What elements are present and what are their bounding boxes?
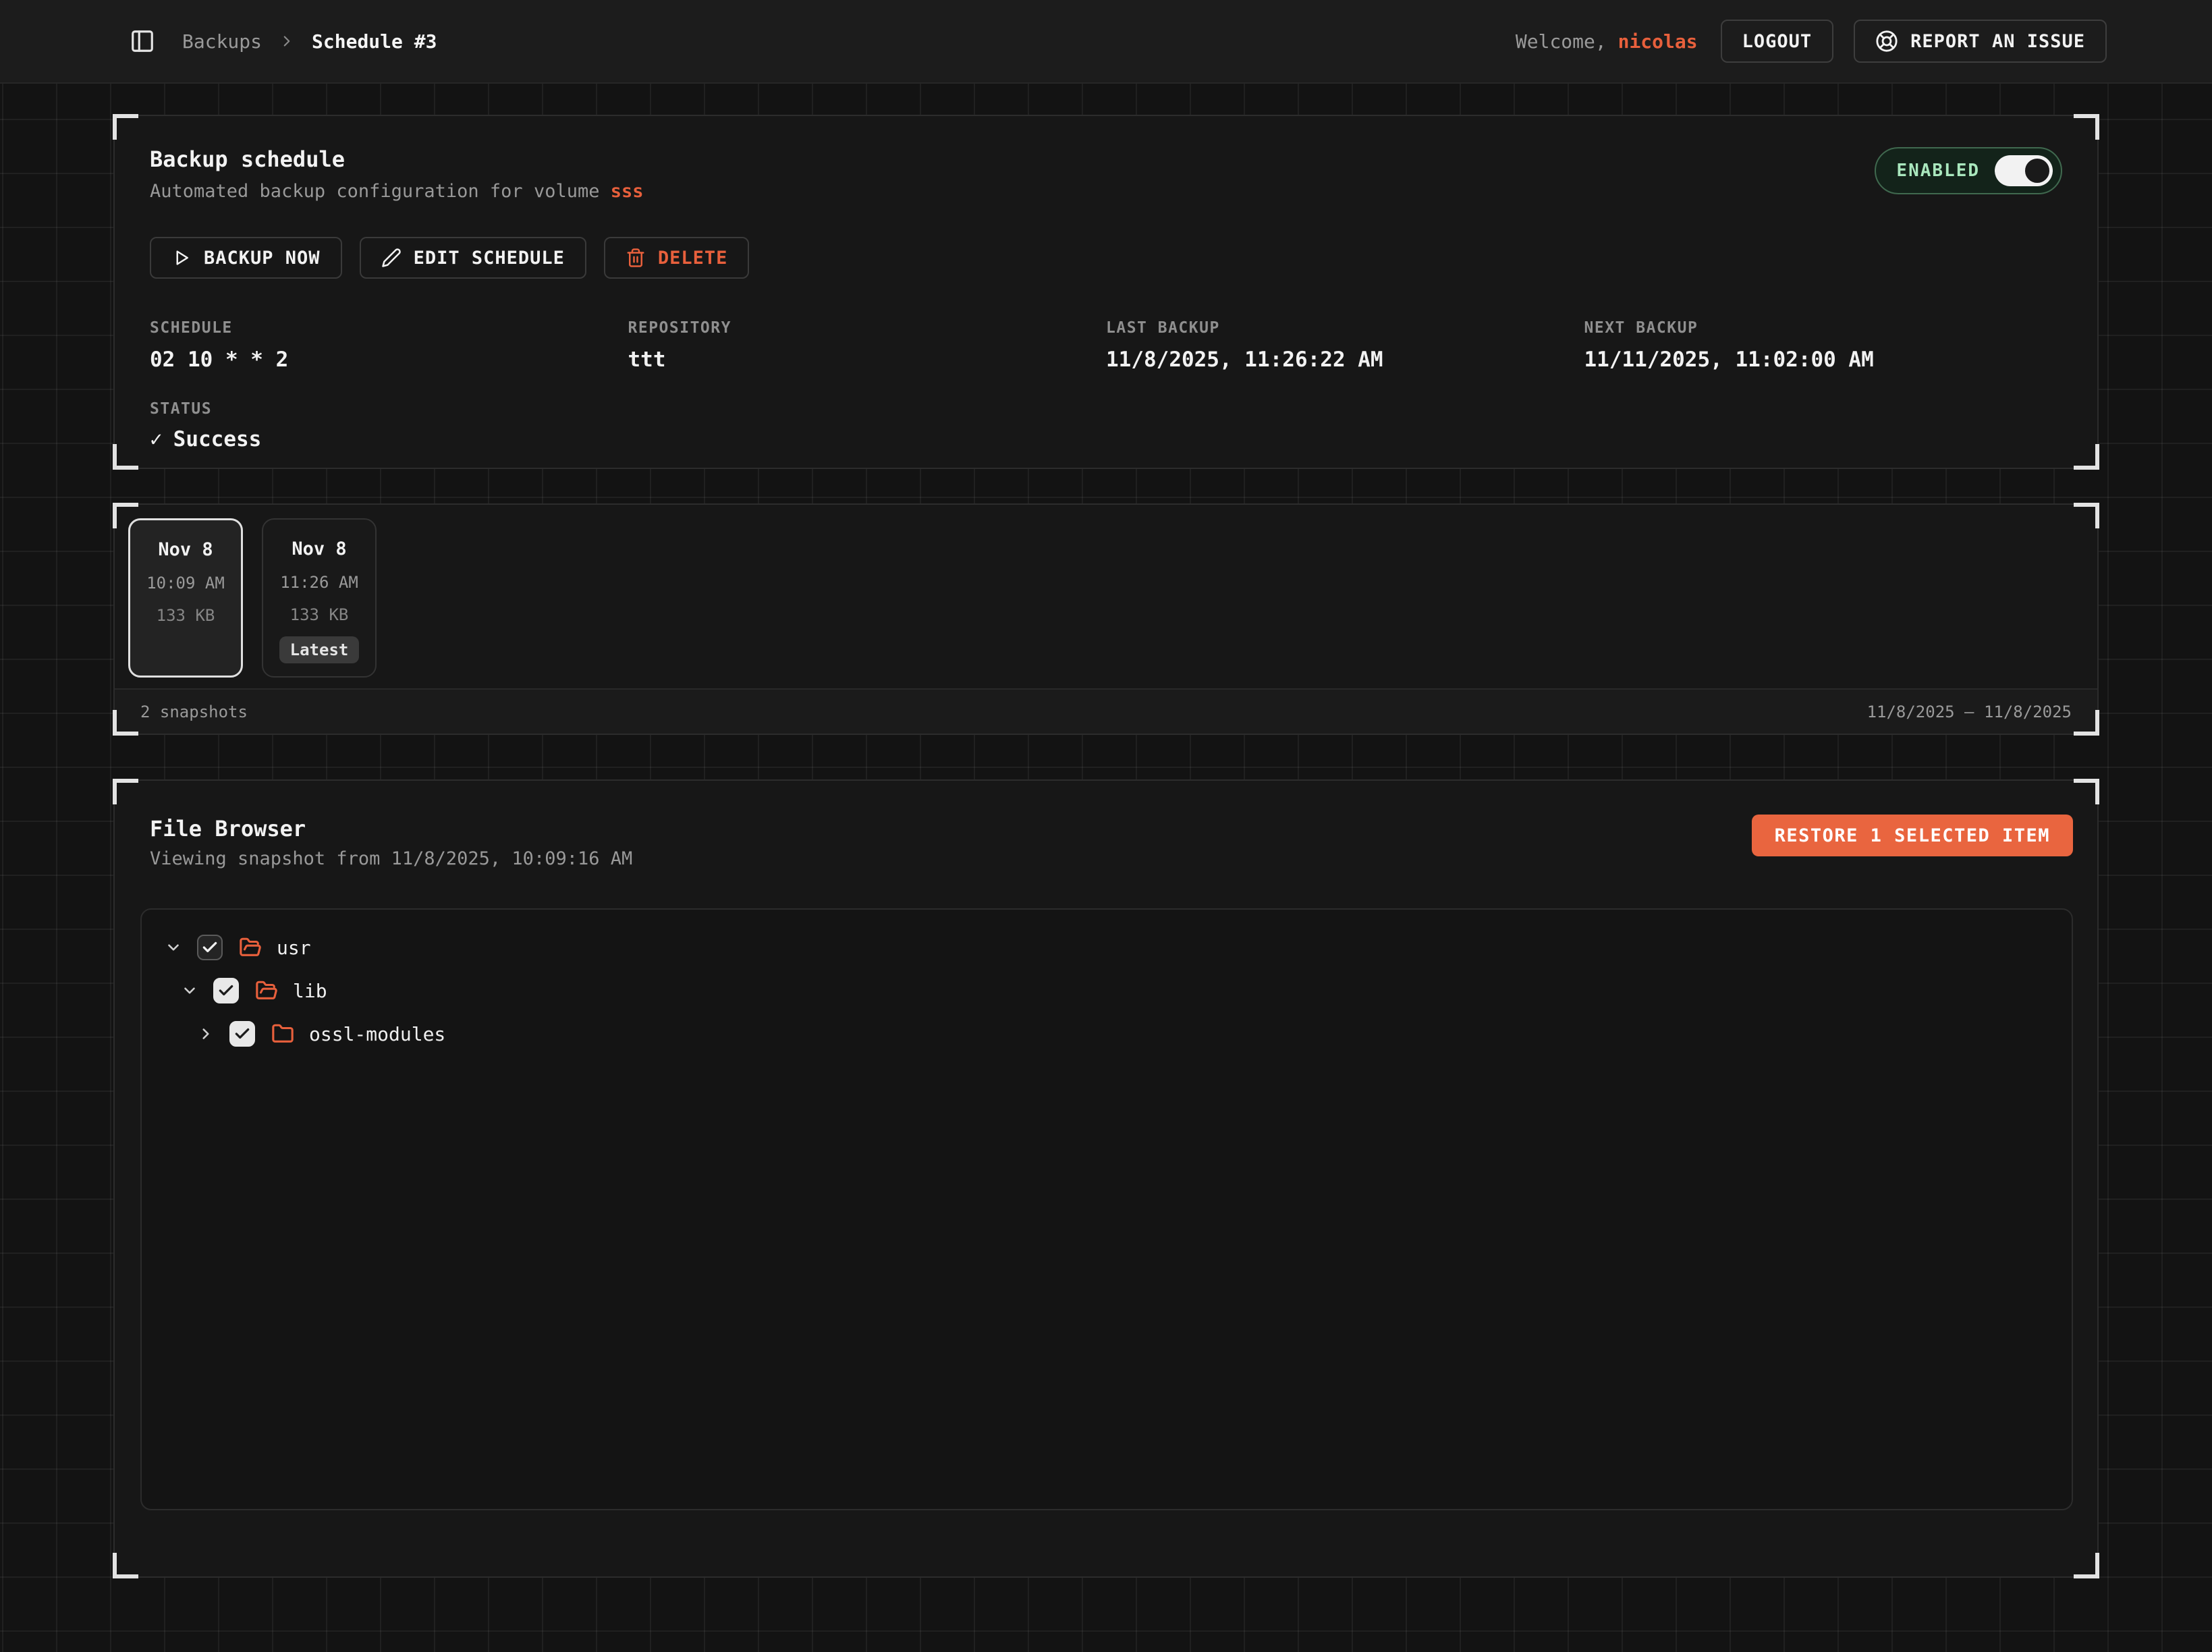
field-label: SCHEDULE	[150, 319, 628, 337]
tree-label: usr	[277, 937, 311, 959]
welcome-text: Welcome, nicolas	[1516, 30, 1698, 53]
backup-now-label: BACKUP NOW	[204, 248, 321, 269]
edit-schedule-label: EDIT SCHEDULE	[414, 248, 565, 269]
logout-label: LOGOUT	[1742, 31, 1813, 52]
card-subtitle: Automated backup configuration for volum…	[150, 181, 644, 202]
corner-bracket	[2074, 114, 2099, 140]
card-title: Backup schedule	[150, 144, 644, 174]
corner-bracket	[113, 1553, 138, 1578]
tree-row-ossl-modules[interactable]: ossl-modules	[142, 1012, 2072, 1055]
folder-open-icon	[239, 936, 262, 959]
snapshot-time: 10:09 AM	[146, 574, 225, 593]
folder-icon	[271, 1022, 294, 1045]
field-value: ttt	[628, 348, 1107, 372]
snapshot-date-range: 11/8/2025 – 11/8/2025	[1867, 703, 2072, 721]
snapshot-size: 133 KB	[157, 606, 215, 625]
toggle-knob	[2023, 157, 2051, 185]
backup-schedule-card: Backup schedule Automated backup configu…	[113, 115, 2099, 469]
tree-row-usr[interactable]: usr	[142, 926, 2072, 969]
corner-bracket	[113, 710, 138, 736]
check-icon: ✓	[150, 427, 163, 451]
trash-icon	[626, 248, 646, 268]
latest-badge: Latest	[279, 636, 360, 663]
field-value: 11/8/2025, 11:26:22 AM	[1106, 348, 1584, 372]
tree-row-lib[interactable]: lib	[142, 969, 2072, 1012]
chevron-right-icon[interactable]	[197, 1025, 215, 1043]
enabled-toggle[interactable]	[1995, 155, 2053, 186]
breadcrumb-backups[interactable]: Backups	[182, 30, 262, 53]
breadcrumb-current: Schedule #3	[312, 30, 437, 53]
corner-bracket	[2074, 779, 2099, 804]
snapshot-date: Nov 8	[158, 539, 213, 560]
corner-bracket	[113, 114, 138, 140]
corner-bracket	[2074, 710, 2099, 736]
chevron-down-icon[interactable]	[165, 939, 182, 956]
corner-bracket	[113, 503, 138, 528]
lifebuoy-icon	[1875, 30, 1898, 53]
field-value: 11/11/2025, 11:02:00 AM	[1584, 348, 2063, 372]
snapshot-size: 133 KB	[290, 605, 349, 624]
checkbox-ossl-modules[interactable]	[229, 1021, 255, 1047]
schedule-fields: SCHEDULE 02 10 * * 2 REPOSITORY ttt LAST…	[150, 319, 2062, 372]
delete-label: DELETE	[658, 248, 728, 269]
file-browser-card: File Browser Viewing snapshot from 11/8/…	[113, 779, 2099, 1578]
enabled-label: ENABLED	[1896, 161, 1980, 181]
field-last-backup: LAST BACKUP 11/8/2025, 11:26:22 AM	[1106, 319, 1584, 372]
report-issue-label: REPORT AN ISSUE	[1910, 31, 2085, 52]
corner-bracket	[2074, 444, 2099, 470]
corner-bracket	[2074, 503, 2099, 528]
field-repository: REPOSITORY ttt	[628, 319, 1107, 372]
username: nicolas	[1618, 30, 1698, 53]
field-label: REPOSITORY	[628, 319, 1107, 337]
tree-label: lib	[293, 980, 327, 1002]
snapshot-time: 11:26 AM	[280, 573, 358, 592]
field-label: NEXT BACKUP	[1584, 319, 2063, 337]
field-next-backup: NEXT BACKUP 11/11/2025, 11:02:00 AM	[1584, 319, 2063, 372]
snapshot-card-latest[interactable]: Nov 8 11:26 AM 133 KB Latest	[262, 518, 377, 678]
status-label: STATUS	[150, 400, 2062, 418]
file-browser-subtitle: Viewing snapshot from 11/8/2025, 10:09:1…	[150, 848, 632, 869]
folder-open-icon	[255, 979, 278, 1002]
enabled-toggle-pill: ENABLED	[1875, 147, 2062, 194]
chevron-down-icon[interactable]	[181, 982, 198, 999]
snapshots-footer: 2 snapshots 11/8/2025 – 11/8/2025	[115, 688, 2097, 734]
sidebar-toggle-icon[interactable]	[130, 28, 155, 54]
checkbox-lib[interactable]	[213, 978, 239, 1003]
checkbox-usr[interactable]	[197, 935, 223, 960]
snapshots-card: Nov 8 10:09 AM 133 KB Nov 8 11:26 AM 133…	[113, 503, 2099, 735]
volume-name: sss	[611, 181, 644, 202]
field-label: LAST BACKUP	[1106, 319, 1584, 337]
file-browser-title: File Browser	[150, 815, 632, 843]
logout-button[interactable]: LOGOUT	[1721, 20, 1834, 63]
corner-bracket	[2074, 1553, 2099, 1578]
snapshot-count: 2 snapshots	[140, 703, 248, 721]
snapshot-card-selected[interactable]: Nov 8 10:09 AM 133 KB	[128, 518, 243, 678]
file-tree-panel: usr lib ossl-modules	[140, 908, 2073, 1510]
breadcrumb: Backups Schedule #3	[182, 30, 437, 53]
field-schedule: SCHEDULE 02 10 * * 2	[150, 319, 628, 372]
edit-schedule-button[interactable]: EDIT SCHEDULE	[360, 237, 586, 279]
snapshot-date: Nov 8	[292, 539, 346, 559]
status-value: Success	[173, 427, 262, 451]
backup-now-button[interactable]: BACKUP NOW	[150, 237, 342, 279]
chevron-right-icon	[278, 32, 296, 50]
play-icon	[171, 248, 192, 268]
corner-bracket	[113, 444, 138, 470]
top-bar: Backups Schedule #3 Welcome, nicolas LOG…	[0, 0, 2212, 84]
restore-selected-button[interactable]: RESTORE 1 SELECTED ITEM	[1752, 815, 2073, 856]
field-value: 02 10 * * 2	[150, 348, 628, 372]
tree-label: ossl-modules	[309, 1023, 445, 1045]
status-block: STATUS ✓ Success	[150, 400, 2062, 451]
delete-button[interactable]: DELETE	[604, 237, 750, 279]
pencil-icon	[381, 248, 402, 268]
report-issue-button[interactable]: REPORT AN ISSUE	[1854, 20, 2107, 63]
corner-bracket	[113, 779, 138, 804]
